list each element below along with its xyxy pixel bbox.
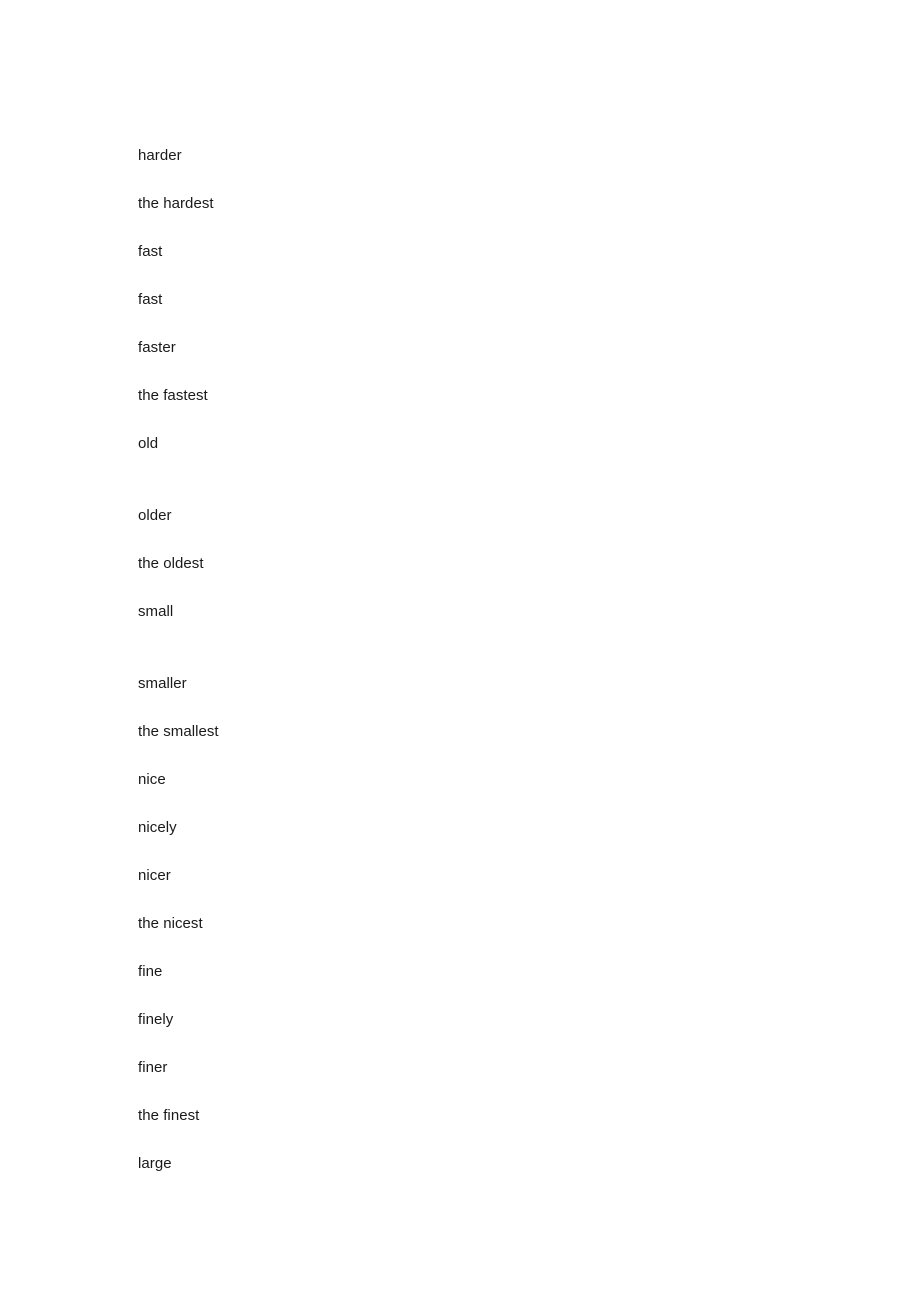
text-line: fast <box>138 243 163 260</box>
document-text-body: harder the hardest fast fast faster the faste… <box>138 132 778 1188</box>
text-line: the hardest <box>138 195 214 212</box>
text-line: large <box>138 1155 172 1172</box>
text-line: nice <box>138 771 166 788</box>
text-line: fine <box>138 963 163 980</box>
document-page: harder the hardest fast fast faster the faste… <box>0 0 920 1302</box>
text-line: the fastest <box>138 387 208 404</box>
text-line: the finest <box>138 1107 200 1124</box>
text-line: old <box>138 435 159 452</box>
text-line: faster <box>138 339 176 356</box>
text-line: finer <box>138 1059 168 1076</box>
text-line: finely <box>138 1011 174 1028</box>
text-line: harder <box>138 147 182 164</box>
text-line: small <box>138 603 174 620</box>
text-line: the nicest <box>138 915 203 932</box>
text-line: the oldest <box>138 555 204 572</box>
text-line: the smallest <box>138 723 219 740</box>
text-line: nicely <box>138 819 177 836</box>
text-line: older <box>138 507 172 524</box>
text-line: fast <box>138 291 163 308</box>
text-line: nicer <box>138 867 171 884</box>
text-line: smaller <box>138 675 187 692</box>
